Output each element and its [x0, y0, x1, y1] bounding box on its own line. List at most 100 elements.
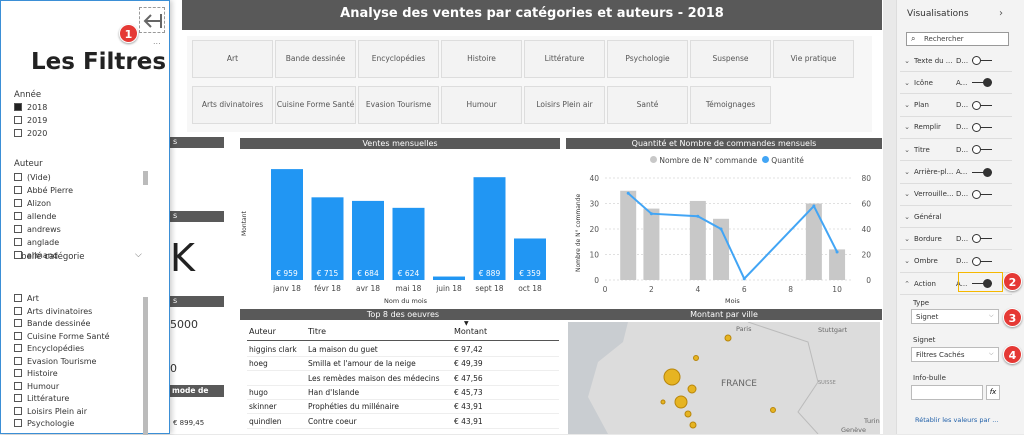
table-row[interactable]: higgins clark La maison du guet € 97,42 [247, 343, 559, 357]
back-arrow-icon[interactable] [139, 7, 165, 33]
checkbox[interactable] [14, 356, 22, 365]
checkbox[interactable] [14, 406, 22, 415]
format-section[interactable]: ⌄ Texte du ... D... [900, 50, 1012, 72]
toggle-switch[interactable] [972, 78, 992, 88]
format-section[interactable]: ⌄ Ombre D... [900, 251, 1012, 273]
filter-option[interactable]: Littérature [14, 394, 69, 403]
checkbox[interactable] [14, 319, 22, 327]
monthly-bar[interactable] [473, 177, 506, 280]
auteur-scrollbar[interactable] [143, 171, 148, 185]
filter-option[interactable]: 2019 [14, 116, 47, 125]
toggle-switch[interactable] [972, 234, 992, 244]
chevron-down-icon[interactable]: ⌄ [900, 257, 914, 265]
chevron-down-icon[interactable]: ⌄ [900, 168, 914, 176]
filter-option[interactable]: anglade [14, 238, 59, 247]
chevron-down-icon[interactable]: ⌄ [900, 123, 914, 131]
checkbox[interactable] [14, 173, 22, 181]
monthly-bar[interactable] [311, 197, 344, 280]
quantity-point[interactable] [696, 214, 700, 218]
category-button[interactable]: Témoignages [690, 86, 771, 124]
chevron-down-icon[interactable]: ⌄ [900, 57, 914, 65]
checkbox[interactable] [14, 294, 22, 302]
chevron-down-icon[interactable]: ⌄ [900, 235, 914, 243]
map-view[interactable]: Paris Stuttgart FRANCE SUISSE Genève Tur… [568, 322, 880, 434]
quantity-point[interactable] [719, 227, 723, 231]
category-button[interactable]: Histoire [441, 40, 522, 78]
format-section[interactable]: ⌄ Bordure D... [900, 228, 1012, 251]
quantity-point[interactable] [812, 204, 816, 208]
map-bubble[interactable] [724, 334, 732, 342]
chevron-down-icon[interactable]: ⌵ [135, 250, 142, 260]
quantity-point[interactable] [835, 250, 839, 254]
viz-search-box[interactable]: ⌕ Rechercher [906, 32, 1009, 46]
category-button[interactable]: Art [192, 40, 273, 78]
table-row[interactable]: hugo Han d'Islande € 45,73 [247, 386, 559, 400]
map-bubble[interactable] [674, 395, 688, 409]
toggle-switch[interactable] [972, 189, 992, 199]
format-section[interactable]: ⌄ Arrière-pl... A... [900, 162, 1012, 184]
filter-option[interactable]: (Vide) [14, 173, 51, 182]
category-button[interactable]: Vie pratique [773, 40, 854, 78]
orders-bar[interactable] [829, 249, 846, 280]
checkbox[interactable] [14, 251, 22, 259]
filter-option[interactable]: Art [14, 294, 39, 303]
toggle-switch[interactable] [972, 256, 992, 266]
toggle-switch[interactable] [972, 56, 992, 65]
category-button[interactable]: Santé [607, 86, 688, 124]
checkbox[interactable] [14, 419, 22, 427]
category-button[interactable]: Arts divinatoires [192, 86, 273, 124]
format-section[interactable]: ⌄ Titre D... [900, 139, 1012, 162]
col-auteur[interactable]: Auteur [249, 327, 276, 336]
chevron-down-icon[interactable]: ⌄ [900, 101, 914, 109]
checkbox[interactable] [14, 238, 22, 246]
checkbox[interactable] [14, 394, 22, 402]
filter-option[interactable]: Loisirs Plein air [14, 406, 87, 416]
filter-option[interactable]: Psychologie [14, 419, 74, 428]
table-row[interactable]: hoeg Smilla et l'amour de la neige € 49,39 [247, 357, 559, 372]
checkbox[interactable] [14, 306, 22, 315]
format-section[interactable]: ⌄ Général [900, 206, 1012, 229]
category-button[interactable]: Evasion Tourisme [358, 86, 439, 124]
toggle-switch[interactable] [972, 167, 992, 177]
categorie-scrollbar[interactable] [143, 297, 148, 435]
category-button[interactable]: Encyclopédies [358, 40, 439, 78]
map-bubble[interactable] [684, 410, 692, 418]
category-button[interactable]: Littérature [524, 40, 605, 78]
checkbox[interactable] [14, 225, 22, 233]
checkbox[interactable] [14, 369, 22, 377]
filter-option[interactable]: armand [14, 251, 58, 260]
checkbox[interactable] [14, 212, 22, 220]
map-bubble[interactable] [660, 399, 666, 405]
table-row[interactable]: Les remèdes maison des médecins € 47,56 [247, 372, 559, 386]
toggle-switch[interactable] [972, 100, 992, 110]
filter-option[interactable]: Cuisine Forme Santé [14, 331, 110, 341]
type-dropdown[interactable]: Signet ⌵ [911, 309, 999, 324]
filter-option[interactable]: Abbé Pierre [14, 186, 73, 195]
filter-option[interactable]: 2018 [14, 103, 47, 112]
map-bubble[interactable] [689, 421, 697, 429]
map-bubble[interactable] [663, 368, 681, 386]
category-button[interactable]: Loisirs Plein air [524, 86, 605, 124]
chevron-down-icon[interactable]: ⌄ [900, 79, 914, 87]
checkbox[interactable] [14, 331, 22, 340]
format-section[interactable]: ⌄ Plan D... [900, 95, 1012, 117]
signet-dropdown[interactable]: Filtres Cachés ⌵ [911, 347, 999, 362]
col-montant[interactable]: Montant [454, 327, 487, 336]
chevron-down-icon[interactable]: ⌄ [900, 213, 914, 221]
filter-option[interactable]: Bande dessinée [14, 319, 90, 328]
chevron-down-icon[interactable]: ⌄ [900, 146, 914, 154]
category-button[interactable]: Suspense [690, 40, 771, 78]
filter-option[interactable]: allende [14, 212, 56, 221]
checkbox[interactable] [14, 344, 22, 352]
quantity-point[interactable] [626, 191, 630, 195]
col-titre[interactable]: Titre [308, 327, 326, 336]
category-button[interactable]: Psychologie [607, 40, 688, 78]
toggle-switch[interactable] [972, 122, 992, 132]
format-section[interactable]: ⌄ Remplir D... [900, 117, 1012, 139]
checkbox[interactable] [14, 129, 22, 137]
format-section[interactable]: ⌄ Verrouille... D... [900, 184, 1012, 206]
checkbox[interactable] [14, 103, 22, 111]
quantity-point[interactable] [742, 277, 746, 281]
more-options-icon[interactable]: ... [153, 37, 161, 46]
checkbox[interactable] [14, 381, 22, 390]
